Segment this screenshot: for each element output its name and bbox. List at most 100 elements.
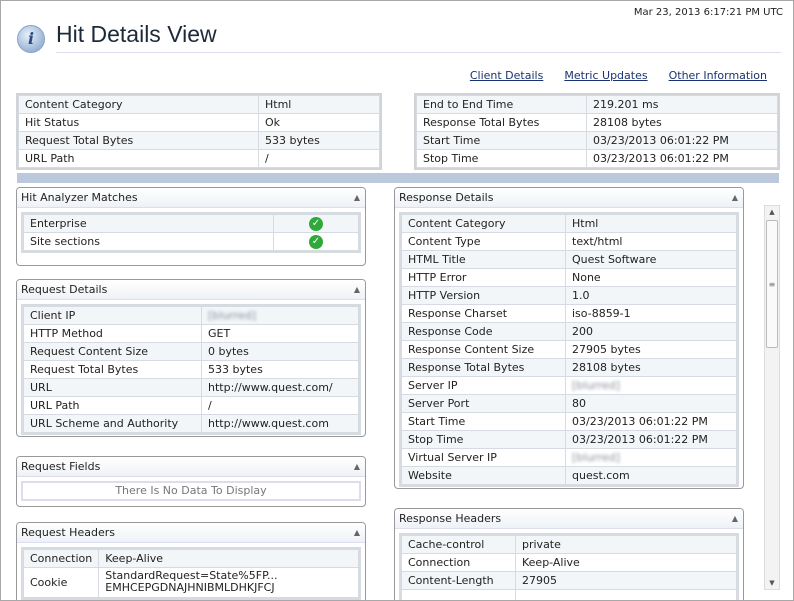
table-row: Server IP [blurred]: [401, 376, 737, 395]
redacted-value: [blurred]: [208, 309, 256, 323]
hit-analyzer-panel: Hit Analyzer Matches ▲ Enterprise ✓ Site sec…: [16, 187, 366, 266]
field-label: Server IP: [401, 376, 566, 395]
vertical-scrollbar[interactable]: ▲ ≡ ▼: [764, 205, 780, 590]
section-divider-bar: [17, 173, 779, 183]
field-label: Virtual Server IP: [401, 448, 566, 467]
table-row: Request Total Bytes 533 bytes: [23, 360, 359, 379]
field-label: Response Charset: [401, 304, 566, 323]
panel-title: Response Details: [399, 191, 494, 204]
field-label: Start Time: [401, 412, 566, 431]
request-fields-panel: Request Fields ▲ There Is No Data To Displ…: [16, 456, 366, 507]
info-icon: i: [17, 25, 45, 53]
check-icon: ✓: [309, 235, 323, 249]
scrollbar-thumb[interactable]: ≡: [766, 220, 778, 348]
client-details-link[interactable]: Client Details: [470, 69, 543, 82]
field-value: Html: [565, 214, 737, 233]
table-row: Cache-control private: [401, 535, 737, 554]
field-value: 533 bytes: [258, 131, 380, 150]
panel-header: Hit Analyzer Matches ▲: [17, 188, 365, 208]
field-value: 533 bytes: [201, 360, 359, 379]
table-row: [401, 589, 737, 600]
field-value: Keep-Alive: [98, 549, 359, 568]
field-value: http://www.quest.com: [201, 414, 359, 433]
scroll-up-arrow-icon[interactable]: ▲: [765, 208, 779, 216]
field-label: Request Total Bytes: [18, 131, 259, 150]
scroll-down-arrow-icon[interactable]: ▼: [765, 579, 779, 587]
table-row: URL Path /: [18, 149, 380, 168]
panel-header: Response Headers ▲: [395, 509, 743, 529]
field-value: 1.0: [565, 286, 737, 305]
other-information-link[interactable]: Other Information: [669, 69, 767, 82]
panel-title: Hit Analyzer Matches: [21, 191, 138, 204]
table-row: Client IP [blurred]: [23, 306, 359, 325]
hit-details-window: Mar 23, 2013 6:17:21 PM UTC i Hit Detail…: [0, 0, 794, 601]
panel-table: Client IP [blurred] HTTP Method GET Request …: [21, 304, 361, 435]
table-row: Response Charset iso-8859-1: [401, 304, 737, 323]
field-value: StandardRequest=State%5FP... EMHCEPGDNAJ…: [98, 567, 359, 598]
table-row: Cookie StandardRequest=State%5FP... EMHCE…: [22, 567, 359, 598]
table-row: HTTP Error None: [401, 268, 737, 287]
summary-right-table: End to End Time 219.201 ms Response Total …: [414, 93, 780, 170]
field-value: 28108 bytes: [565, 358, 737, 377]
table-row: Connection Keep-Alive: [22, 549, 359, 568]
field-label: Client IP: [23, 306, 202, 325]
table-row: Request Content Size 0 bytes: [23, 342, 359, 361]
collapse-icon[interactable]: ▲: [354, 457, 360, 477]
field-label: Cookie: [22, 567, 100, 598]
request-details-panel: Request Details ▲ Client IP [blurred] HTTP M…: [16, 279, 366, 437]
field-value: Html: [258, 95, 380, 114]
field-label: HTML Title: [401, 250, 566, 269]
collapse-icon[interactable]: ▲: [732, 188, 738, 208]
field-value: quest.com: [565, 466, 737, 485]
field-label: Stop Time: [401, 430, 566, 449]
table-row: URL Scheme and Authority http://www.quest…: [23, 414, 359, 433]
panel-header: Response Details ▲: [395, 188, 743, 208]
field-value: [blurred]: [565, 448, 737, 467]
collapse-icon[interactable]: ▲: [354, 523, 360, 543]
field-value: 27905 bytes: [565, 340, 737, 359]
table-row: HTTP Method GET: [23, 324, 359, 343]
table-row: Virtual Server IP [blurred]: [401, 448, 737, 467]
field-label: URL Scheme and Authority: [23, 414, 202, 433]
collapse-icon[interactable]: ▲: [354, 280, 360, 300]
table-row: Response Total Bytes 28108 bytes: [401, 358, 737, 377]
metric-updates-link[interactable]: Metric Updates: [564, 69, 647, 82]
table-row: HTTP Version 1.0: [401, 286, 737, 305]
panel-title: Request Fields: [21, 460, 101, 473]
table-row: Response Content Size 27905 bytes: [401, 340, 737, 359]
summary-left-table: Content Category Html Hit Status Ok Request …: [16, 93, 382, 170]
panel-header: Request Details ▲: [17, 280, 365, 300]
table-row: Content Category Html: [18, 95, 380, 114]
table-row: URL http://www.quest.com/: [23, 378, 359, 397]
table-row: Site sections ✓: [23, 232, 359, 251]
field-value: Ok: [258, 113, 380, 132]
field-value: [515, 589, 737, 600]
field-label: URL: [23, 378, 202, 397]
field-value: 03/23/2013 06:01:22 PM: [586, 131, 778, 150]
field-value: ✓: [273, 214, 359, 233]
field-label: Request Content Size: [23, 342, 202, 361]
field-label: Content Category: [401, 214, 566, 233]
field-value: 219.201 ms: [586, 95, 778, 114]
field-label: Response Total Bytes: [416, 113, 587, 132]
table-row: Request Total Bytes 533 bytes: [18, 131, 380, 150]
field-label: Start Time: [416, 131, 587, 150]
field-label: Response Content Size: [401, 340, 566, 359]
panel-title: Request Headers: [21, 526, 115, 539]
field-value: 80: [565, 394, 737, 413]
field-value: Keep-Alive: [515, 553, 737, 572]
redacted-value: [blurred]: [572, 451, 620, 465]
field-value: 03/23/2013 06:01:22 PM: [565, 430, 737, 449]
field-label: URL Path: [23, 396, 202, 415]
field-value: [blurred]: [201, 306, 359, 325]
table-row: URL Path /: [23, 396, 359, 415]
panel-header: Request Fields ▲: [17, 457, 365, 477]
redacted-value: [blurred]: [572, 379, 620, 393]
field-value: None: [565, 268, 737, 287]
field-label: Response Code: [401, 322, 566, 341]
field-label: Enterprise: [23, 214, 274, 233]
field-value: 03/23/2013 06:01:22 PM: [565, 412, 737, 431]
field-value: 0 bytes: [201, 342, 359, 361]
collapse-icon[interactable]: ▲: [732, 509, 738, 529]
collapse-icon[interactable]: ▲: [354, 188, 360, 208]
